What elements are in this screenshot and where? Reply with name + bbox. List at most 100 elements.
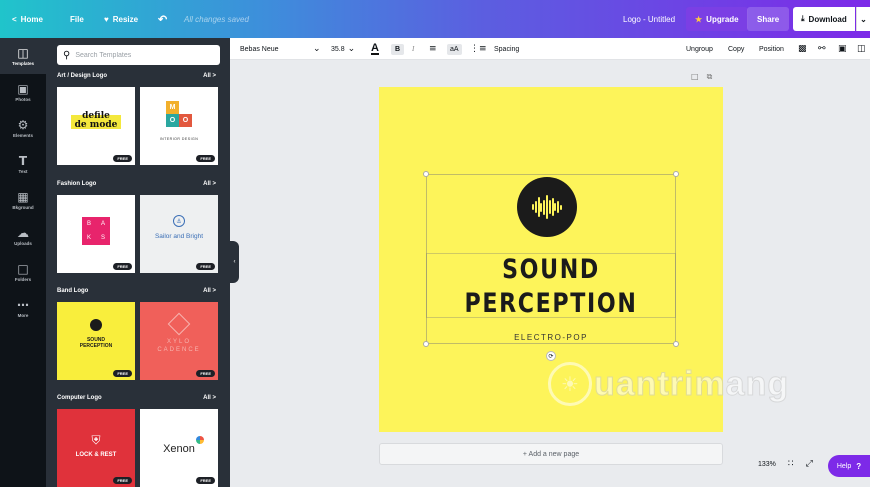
editor-toolbar: Bebas Neue ⌄ 35.8 ⌄ A B I ≡ aA ⋮≡ Spacin… [230, 38, 870, 60]
waveform-icon [90, 319, 102, 331]
position-button[interactable]: Position [759, 38, 784, 60]
delete-button[interactable]: ◫ [857, 38, 866, 60]
section-title: Art / Design Logo [57, 73, 107, 79]
align-button[interactable]: ≡ [429, 38, 437, 60]
template-defile[interactable]: defile de mode FREE [57, 87, 135, 165]
add-page-button[interactable]: + Add a new page [379, 443, 723, 465]
list-button[interactable]: ⋮≡ [470, 38, 487, 60]
template-moon[interactable]: M O O INTERIOR DESIGN FREE [140, 87, 218, 165]
rotate-icon[interactable]: ⟳ [546, 351, 556, 361]
save-status: All changes saved [184, 14, 249, 24]
elements-icon: ⚙ [17, 117, 29, 132]
link-button[interactable]: ⚯ [818, 38, 826, 60]
text-color-icon: A [371, 42, 379, 55]
font-dropdown-arrow[interactable]: ⌄ [313, 38, 321, 60]
section-title: Fashion Logo [57, 181, 97, 187]
resize-handle[interactable] [673, 171, 679, 177]
folders-icon: □ [17, 261, 29, 276]
template-text: XYLO CADENCE [157, 339, 201, 353]
question-icon: ? [856, 461, 862, 471]
fullscreen-icon[interactable]: ⤢ [806, 459, 813, 469]
ungroup-button[interactable]: Ungroup [686, 38, 713, 60]
rail-uploads[interactable]: ☁ Uploads [0, 218, 46, 254]
font-family-select[interactable]: Bebas Neue [240, 38, 279, 60]
logo-title-line2[interactable]: PERCEPTION [410, 288, 692, 319]
free-badge: FREE [113, 263, 132, 270]
free-badge: FREE [113, 477, 132, 484]
heart-icon: ♥ [104, 14, 109, 24]
duplicate-page-icon[interactable]: ⧉ [707, 72, 713, 82]
help-button[interactable]: Help ? [828, 455, 870, 477]
lightbulb-icon: ☀ [548, 362, 592, 406]
free-badge: FREE [196, 370, 215, 377]
template-xenon[interactable]: Xenon FREE [140, 409, 218, 487]
logo-subtitle[interactable]: ELECTRO-POP [379, 333, 723, 342]
baks-block: B A K S [82, 217, 110, 245]
template-xylo[interactable]: XYLO CADENCE FREE [140, 302, 218, 380]
template-lock-rest[interactable]: ⛨ LOCK & REST FREE [57, 409, 135, 487]
grid-view-icon[interactable]: ∷ [788, 459, 794, 469]
rail-elements[interactable]: ⚙ Elements [0, 110, 46, 146]
chevron-down-icon: ⌄ [313, 44, 321, 54]
search-input[interactable] [75, 51, 216, 59]
anchor-icon: ⚓ [173, 215, 185, 227]
templates-icon: ◫ [17, 45, 29, 60]
diamond-shape [167, 312, 191, 336]
free-badge: FREE [196, 263, 215, 270]
logo-title-line1[interactable]: SOUND [410, 254, 692, 285]
template-text: defile de mode [74, 111, 118, 130]
template-sailor[interactable]: ⚓ Sailor and Bright FREE [140, 195, 218, 273]
text-color-button[interactable]: A [371, 38, 379, 60]
lock-button[interactable]: ▣ [838, 38, 847, 60]
font-size-select[interactable]: 35.8 ⌄ [331, 38, 355, 60]
page-actions: □ ⧉ [691, 72, 712, 82]
more-icon: ⋯ [17, 297, 29, 312]
free-badge: FREE [113, 155, 132, 162]
transparency-button[interactable]: ▩ [798, 38, 807, 60]
upgrade-button[interactable]: ★ Upgrade [686, 7, 748, 31]
search-bar: ⚲ [57, 45, 220, 65]
add-note-icon[interactable]: □ [691, 72, 699, 82]
template-baks[interactable]: B A K S FREE [57, 195, 135, 273]
see-all-link[interactable]: All > [203, 73, 216, 79]
rail-text[interactable]: T Text [0, 146, 46, 182]
resize-button[interactable]: ♥ Resize [104, 0, 138, 38]
top-bar: < Home File ♥ Resize ↶ All changes saved… [0, 0, 870, 38]
download-options-button[interactable]: ⌄ [856, 7, 870, 31]
share-button[interactable]: Share [747, 7, 790, 31]
see-all-link[interactable]: All > [203, 288, 216, 294]
collapse-panel-button[interactable]: ‹ [230, 241, 239, 283]
star-icon: ★ [695, 14, 703, 24]
templates-panel: ⚲ Art / Design Logo All > defile de mode… [46, 38, 230, 487]
undo-button[interactable]: ↶ [158, 0, 167, 38]
bold-button[interactable]: B [391, 38, 405, 60]
zoom-level[interactable]: 133% [758, 461, 776, 468]
see-all-link[interactable]: All > [203, 181, 216, 187]
download-icon: ⤓ [801, 14, 805, 23]
free-badge: FREE [113, 370, 132, 377]
zoom-controls: 133% ∷ ⤢ [758, 459, 813, 469]
side-rail: ◫ Templates ▣ Photos ⚙ Elements T Text ▦… [0, 38, 46, 487]
download-button[interactable]: ⤓ Download [793, 7, 855, 31]
copy-button[interactable]: Copy [728, 38, 744, 60]
see-all-link[interactable]: All > [203, 395, 216, 401]
lock-icon: ▣ [838, 44, 847, 54]
rail-folders[interactable]: □ Folders [0, 254, 46, 290]
resize-handle[interactable] [423, 171, 429, 177]
case-button[interactable]: aA [447, 38, 462, 60]
file-menu[interactable]: File [70, 0, 84, 38]
rail-templates[interactable]: ◫ Templates [0, 38, 46, 74]
section-title: Band Logo [57, 288, 89, 294]
home-button[interactable]: < Home [12, 0, 43, 38]
italic-button[interactable]: I [412, 38, 414, 60]
rail-more[interactable]: ⋯ More [0, 290, 46, 326]
photos-icon: ▣ [17, 81, 29, 96]
text-icon: T [18, 153, 28, 168]
shield-icon: ⛨ [91, 432, 101, 447]
document-title[interactable]: Logo - Untitled [623, 0, 675, 38]
spacing-button[interactable]: Spacing [494, 38, 519, 60]
rail-photos[interactable]: ▣ Photos [0, 74, 46, 110]
rail-background[interactable]: ▦ Bkground [0, 182, 46, 218]
free-badge: FREE [196, 155, 215, 162]
template-sound-perception[interactable]: SOUND PERCEPTION FREE [57, 302, 135, 380]
